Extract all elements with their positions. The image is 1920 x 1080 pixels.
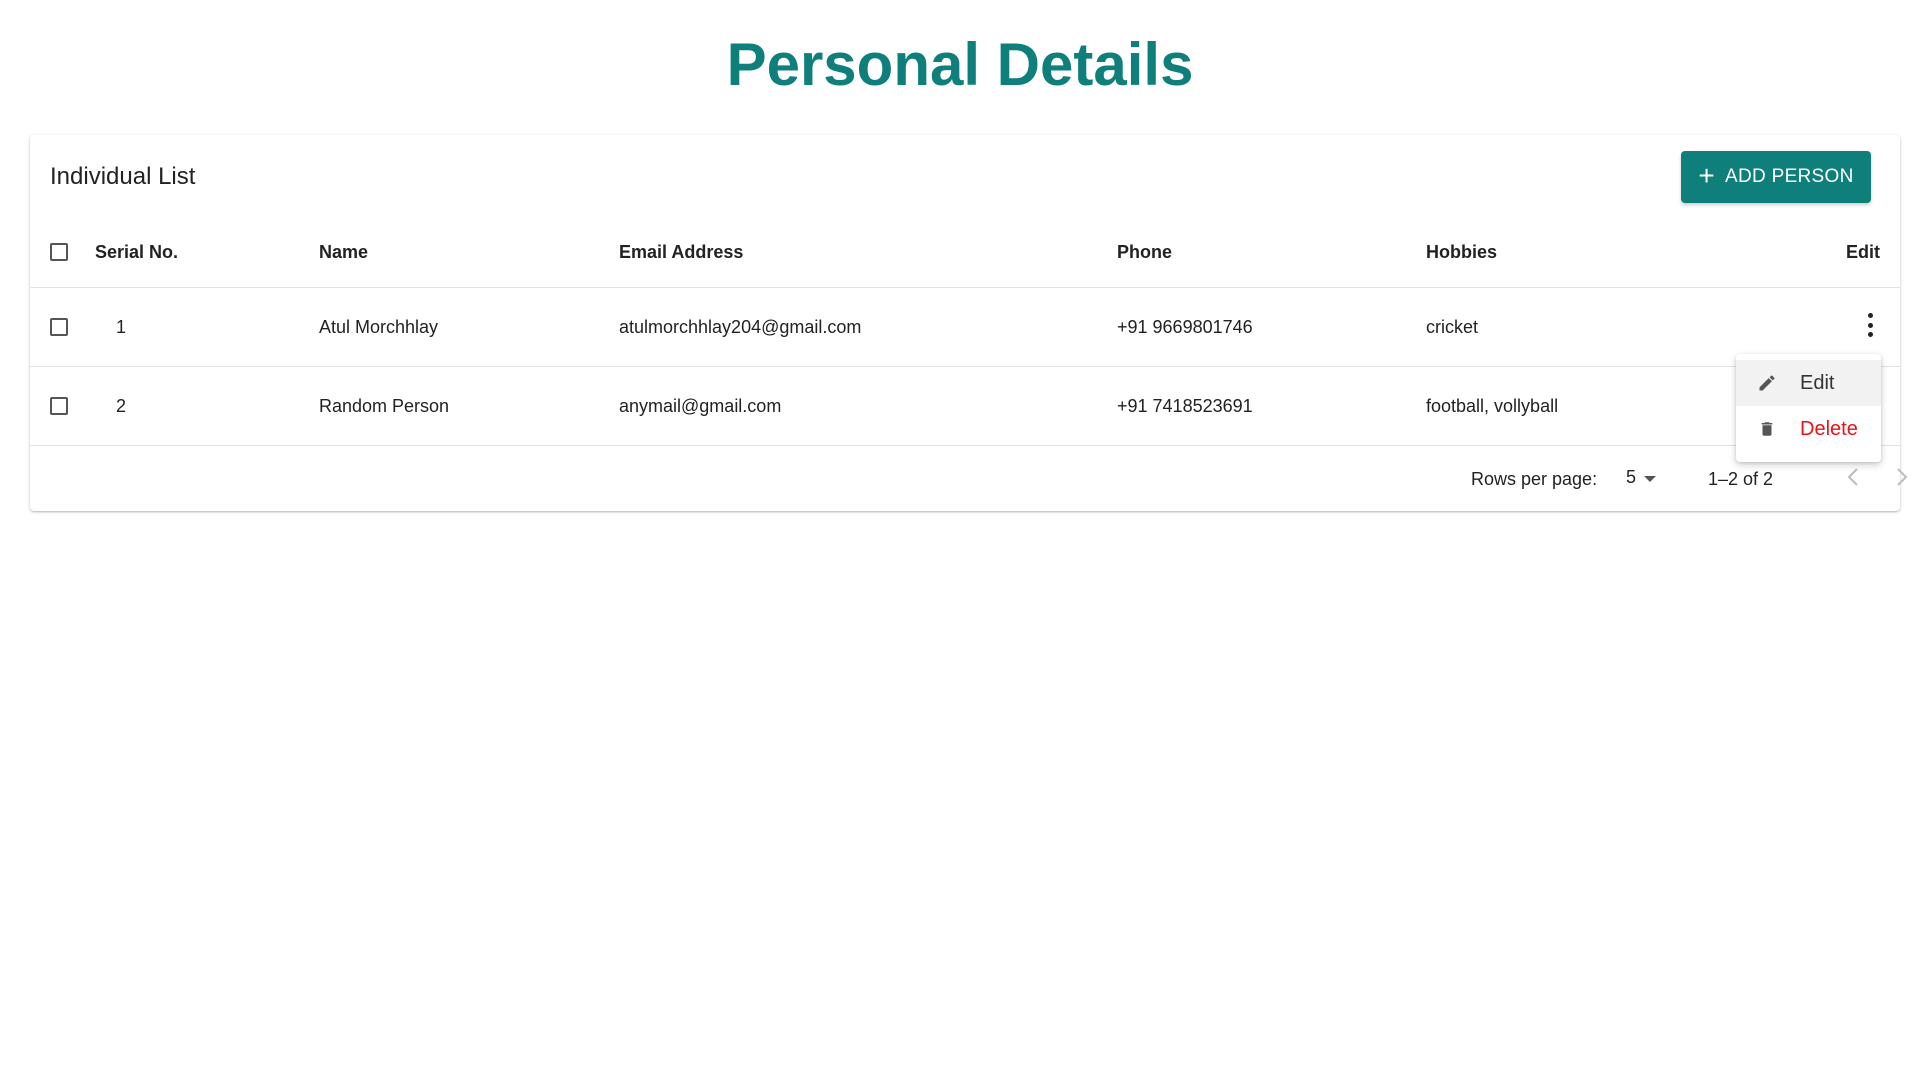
table-toolbar: Individual List + ADD PERSON xyxy=(30,135,1900,217)
header-serial[interactable]: Serial No. xyxy=(95,217,178,287)
individual-list-card: Individual List + ADD PERSON Serial No. … xyxy=(30,135,1908,511)
trash-icon xyxy=(1756,418,1778,440)
header-edit: Edit xyxy=(1846,241,1880,262)
table-row[interactable]: 1 Atul Morchhlay atulmorchhlay204@gmail.… xyxy=(30,288,1900,367)
row-email: anymail@gmail.com xyxy=(619,395,782,416)
row-phone: +91 7418523691 xyxy=(1117,395,1253,416)
rows-per-page-label: Rows per page: xyxy=(1471,469,1598,489)
page-title: Personal Details xyxy=(726,31,1194,98)
row-select-cell xyxy=(50,288,68,366)
person-table: Serial No. Name Email Address Phone Hobb… xyxy=(30,217,1900,446)
row-checkbox[interactable] xyxy=(50,318,68,336)
select-all-checkbox[interactable] xyxy=(50,243,68,261)
rows-per-page-select[interactable]: 5 xyxy=(1626,467,1657,488)
row-serial: 1 xyxy=(116,316,127,337)
more-vert-icon[interactable] xyxy=(1866,313,1874,337)
menu-item-edit-label: Edit xyxy=(1800,371,1835,394)
menu-item-edit[interactable]: Edit xyxy=(1736,360,1881,406)
select-all-cell xyxy=(50,217,68,287)
header-name[interactable]: Name xyxy=(319,217,368,287)
row-name: Atul Morchhlay xyxy=(319,316,439,337)
row-actions-menu: Edit Delete xyxy=(1736,354,1881,462)
menu-item-delete[interactable]: Delete xyxy=(1736,406,1881,452)
pencil-icon xyxy=(1756,372,1778,394)
chevron-left-icon[interactable] xyxy=(1839,463,1867,491)
row-email: atulmorchhlay204@gmail.com xyxy=(619,316,862,337)
table-row[interactable]: 2 Random Person anymail@gmail.com +91 74… xyxy=(30,367,1900,446)
plus-icon: + xyxy=(1698,160,1715,191)
dropdown-arrow-icon xyxy=(1644,475,1657,482)
header-hobbies[interactable]: Hobbies xyxy=(1426,217,1497,287)
rows-per-page-value: 5 xyxy=(1626,467,1637,487)
row-checkbox[interactable] xyxy=(50,397,68,415)
list-title: Individual List xyxy=(50,163,196,190)
table-pagination: Rows per page: 5 1–2 of 2 xyxy=(30,449,1908,511)
row-select-cell xyxy=(50,367,68,445)
header-email[interactable]: Email Address xyxy=(619,217,743,287)
row-name: Random Person xyxy=(319,395,450,416)
row-hobbies: cricket xyxy=(1426,316,1479,337)
row-phone: +91 9669801746 xyxy=(1117,316,1253,337)
chevron-right-icon[interactable] xyxy=(1888,463,1916,491)
row-hobbies: football, vollyball xyxy=(1426,395,1559,416)
menu-item-delete-label: Delete xyxy=(1800,417,1858,440)
header-phone[interactable]: Phone xyxy=(1117,217,1172,287)
add-person-label: ADD PERSON xyxy=(1725,166,1854,187)
add-person-button[interactable]: + ADD PERSON xyxy=(1681,151,1871,203)
pagination-range: 1–2 of 2 xyxy=(1708,469,1774,489)
row-serial: 2 xyxy=(116,395,127,416)
table-header-row: Serial No. Name Email Address Phone Hobb… xyxy=(30,217,1900,288)
